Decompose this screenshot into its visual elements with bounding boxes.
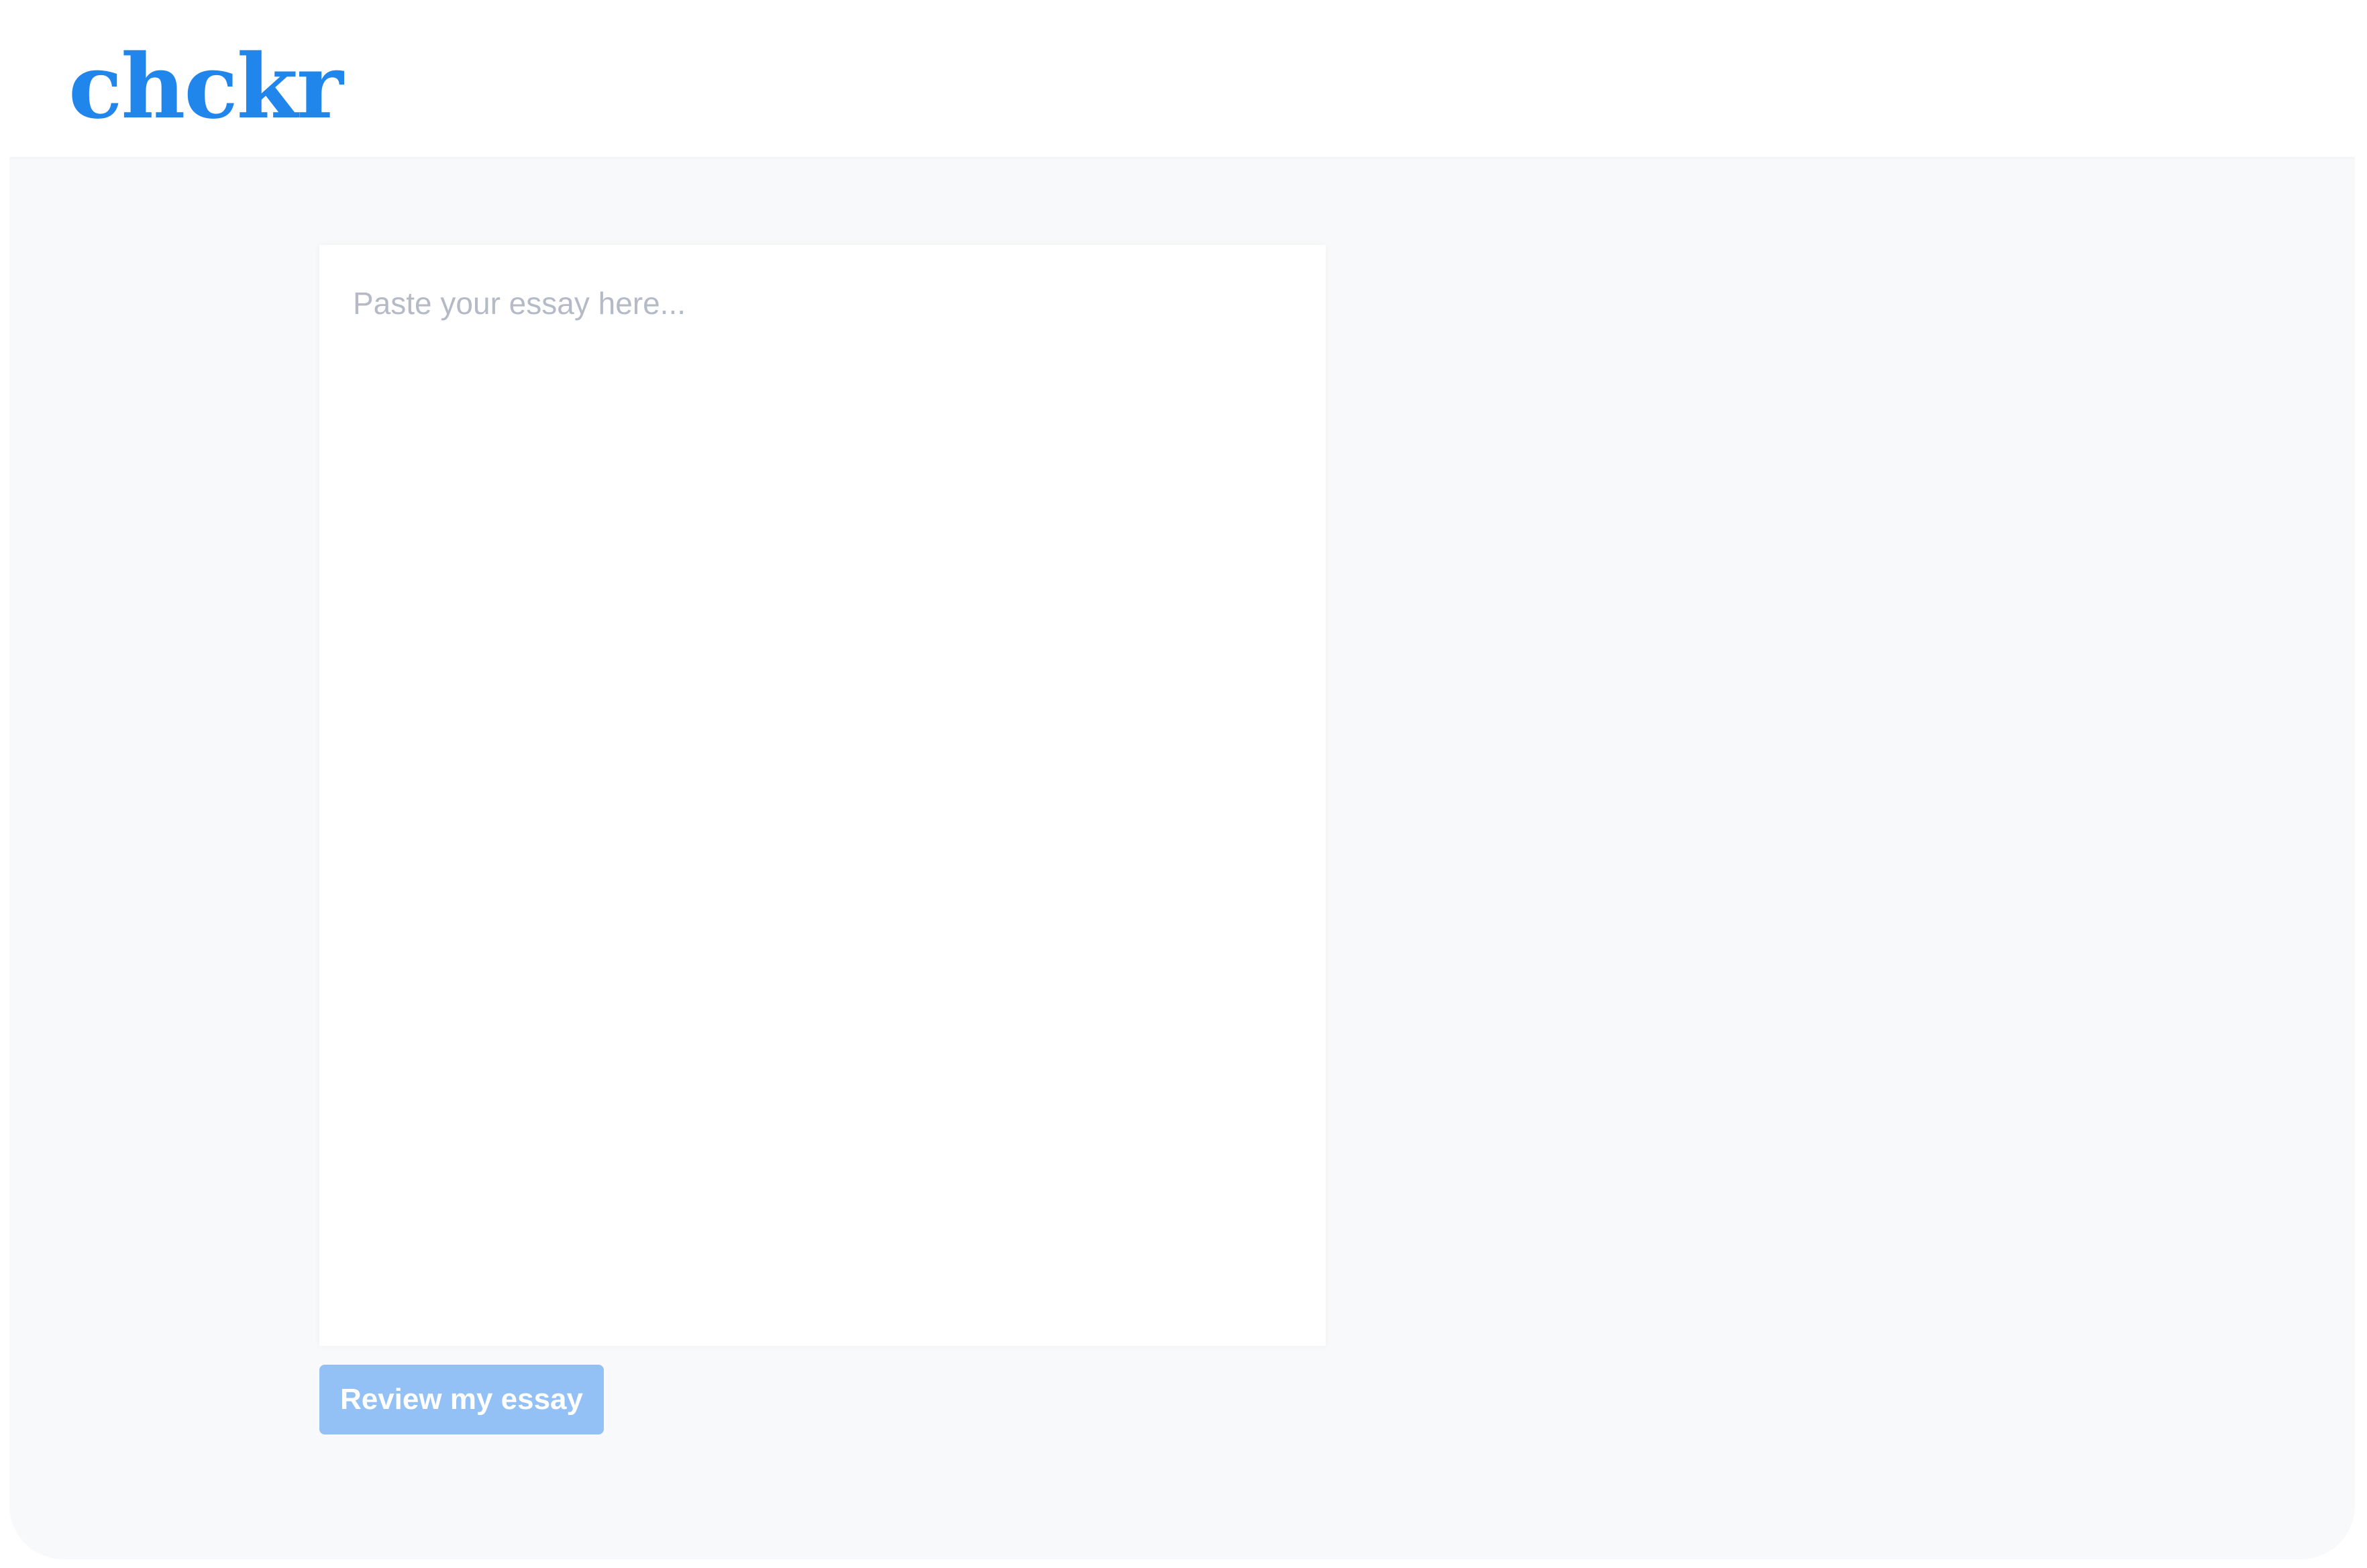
review-my-essay-button[interactable]: Review my essay (319, 1365, 604, 1434)
app-logo[interactable]: chckr (68, 34, 344, 141)
app-window: chckr Review my essay (9, 19, 2355, 1559)
top-header: chckr (9, 19, 2355, 157)
essay-input[interactable] (319, 245, 1326, 1346)
essay-editor-card (319, 245, 1326, 1346)
